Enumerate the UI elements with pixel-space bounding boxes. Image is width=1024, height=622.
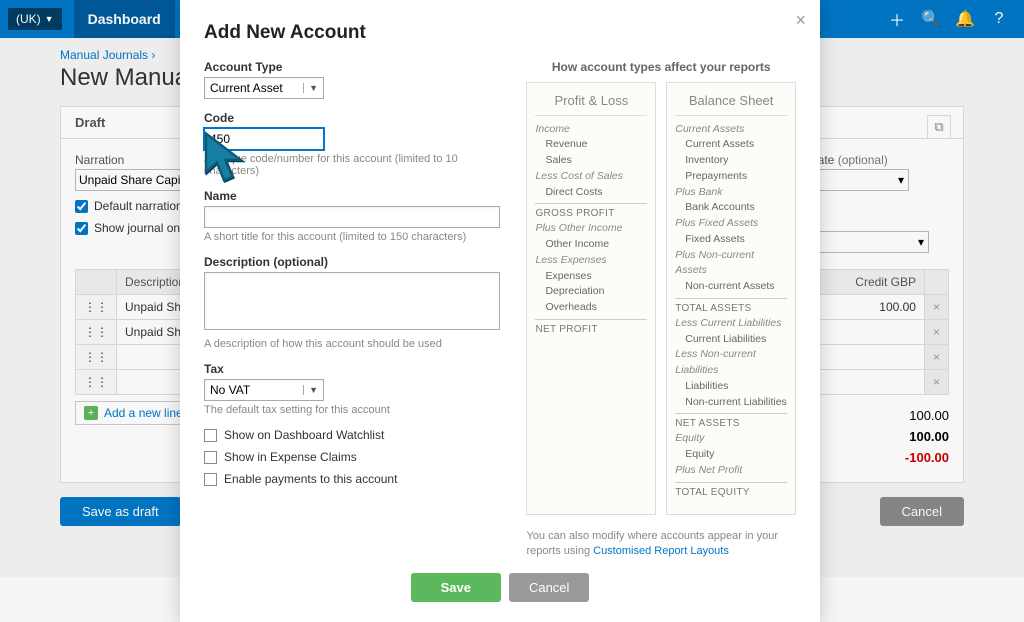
balance-sheet-card: Balance Sheet Current Assets Current Ass… <box>666 82 796 515</box>
description-label: Description (optional) <box>204 255 500 269</box>
tax-dropdown[interactable]: No VAT▼ <box>204 379 324 401</box>
description-hint: A description of how this account should… <box>204 338 500 350</box>
chk-expense-claims[interactable]: Show in Expense Claims <box>204 450 500 464</box>
description-input[interactable] <box>204 272 500 330</box>
customised-layouts-link[interactable]: Customised Report Layouts <box>593 545 729 557</box>
close-icon[interactable]: × <box>795 10 806 31</box>
tax-label: Tax <box>204 362 500 376</box>
tax-hint: The default tax setting for this account <box>204 404 500 416</box>
name-label: Name <box>204 189 500 203</box>
code-hint: A unique code/number for this account (l… <box>204 153 500 177</box>
account-type-label: Account Type <box>204 60 500 74</box>
account-type-dropdown[interactable]: Current Asset▼ <box>204 77 324 99</box>
add-account-modal: × Add New Account Account Type Current A… <box>180 0 820 622</box>
cancel-button[interactable]: Cancel <box>509 573 589 602</box>
chk-enable-payments[interactable]: Enable payments to this account <box>204 472 500 486</box>
profit-loss-card: Profit & Loss Income Revenue Sales Less … <box>526 82 656 515</box>
reports-title: How account types affect your reports <box>526 60 796 74</box>
reports-note: You can also modify where accounts appea… <box>526 529 796 560</box>
modal-title: Add New Account <box>204 22 796 44</box>
code-label: Code <box>204 111 500 125</box>
chk-watchlist[interactable]: Show on Dashboard Watchlist <box>204 428 500 442</box>
code-input[interactable] <box>204 128 324 150</box>
name-hint: A short title for this account (limited … <box>204 231 500 243</box>
name-input[interactable] <box>204 206 500 228</box>
save-button[interactable]: Save <box>411 573 501 602</box>
